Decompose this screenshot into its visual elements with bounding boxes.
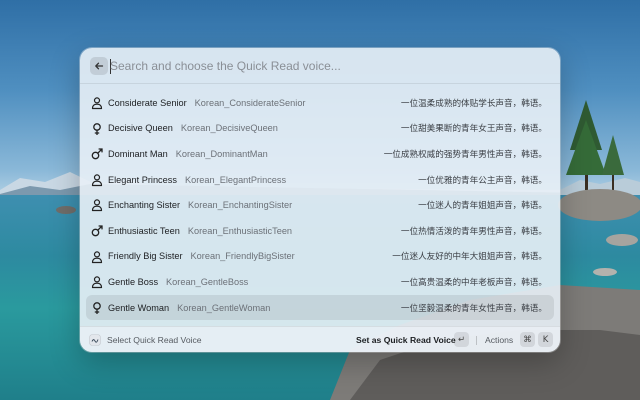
voice-item[interactable]: Decisive Queen Korean_DecisiveQueen 一位甜美果断… — [86, 116, 554, 142]
voice-list: Considerate Senior Korean_ConsiderateSeni… — [86, 90, 554, 321]
enter-key-hint: ↵ — [454, 332, 469, 347]
voice-title: Decisive Queen — [108, 123, 173, 134]
person-icon — [90, 275, 104, 289]
footer-hint: Select Quick Read Voice — [107, 335, 202, 345]
voice-item[interactable]: Enchanting Sister Korean_EnchantingSister… — [86, 192, 554, 218]
voice-title: Elegant Princess — [108, 174, 177, 185]
voice-item[interactable]: Gentle Boss Korean_GentleBoss 一位高贵温柔的中年老板声… — [86, 269, 554, 295]
voice-id: Korean_GentleBoss — [166, 276, 249, 287]
voice-item[interactable]: Friendly Big Sister Korean_FriendlyBigSis… — [86, 244, 554, 270]
footer-divider — [476, 336, 477, 345]
voice-id: Korean_FriendlyBigSister — [190, 251, 295, 262]
voice-title: Gentle Woman — [108, 302, 170, 313]
voice-name-group: Enchanting Sister Korean_EnchantingSister — [108, 200, 292, 210]
voice-item[interactable]: Elegant Princess Korean_ElegantPrincess 一位… — [86, 167, 554, 193]
male-icon — [90, 224, 104, 238]
voice-name-group: Gentle Woman Korean_GentleWoman — [108, 303, 270, 313]
voice-title: Friendly Big Sister — [108, 251, 183, 262]
voice-id: Korean_ConsiderateSenior — [194, 97, 306, 108]
voice-item[interactable]: Considerate Senior Korean_ConsiderateSeni… — [86, 90, 554, 116]
arrow-left-icon — [95, 62, 104, 70]
quick-read-voice-picker: Considerate Senior Korean_ConsiderateSeni… — [80, 48, 560, 352]
search-bar — [80, 48, 560, 84]
actions-button[interactable]: Actions — [485, 335, 513, 345]
voice-description: 一位成熟权威的强势青年男性声音，韩语。 — [383, 149, 547, 160]
k-key-hint: K — [538, 332, 553, 347]
voice-name-group: Enthusiastic Teen Korean_EnthusiasticTeen — [108, 226, 292, 236]
voice-name-group: Decisive Queen Korean_DecisiveQueen — [108, 123, 278, 133]
voice-id: Korean_DecisiveQueen — [180, 123, 278, 134]
voice-description: 一位优雅的青年公主声音，韩语。 — [418, 175, 547, 186]
search-input[interactable] — [110, 56, 540, 76]
voice-id: Korean_EnchantingSister — [188, 200, 293, 211]
voice-item[interactable]: Enthusiastic Teen Korean_EnthusiasticTeen… — [86, 218, 554, 244]
back-button[interactable] — [90, 57, 108, 75]
female-icon — [90, 122, 104, 136]
voice-title: Enthusiastic Teen — [108, 225, 180, 236]
voice-description: 一位迷人的青年姐姐声音，韩语。 — [418, 201, 547, 212]
voice-id: Korean_ElegantPrincess — [184, 174, 287, 185]
voice-description: 一位高贵温柔的中年老板声音，韩语。 — [400, 277, 547, 288]
voice-item[interactable]: Gentle Woman Korean_GentleWoman 一位坚毅温柔的青年女… — [86, 294, 554, 321]
voice-title: Dominant Man — [108, 148, 168, 159]
set-as-quick-read-voice-button[interactable]: Set as Quick Read Voice — [356, 335, 456, 345]
person-icon — [90, 198, 104, 212]
person-icon — [90, 96, 104, 110]
male-icon — [90, 147, 104, 161]
command-key-hint: ⌘ — [520, 332, 535, 347]
voice-id: Korean_EnthusiasticTeen — [187, 225, 293, 236]
voice-title: Gentle Boss — [108, 276, 159, 287]
voice-name-group: Dominant Man Korean_DominantMan — [108, 149, 268, 159]
voice-description: 一位热情活泼的青年男性声音，韩语。 — [400, 226, 547, 237]
voice-description: 一位温柔成熟的体贴学长声音，韩语。 — [400, 98, 547, 109]
voice-description: 一位迷人友好的中年大姐姐声音，韩语。 — [392, 252, 547, 263]
voice-name-group: Friendly Big Sister Korean_FriendlyBigSis… — [108, 251, 295, 261]
voice-item[interactable]: Dominant Man Korean_DominantMan 一位成熟权威的强势青… — [86, 141, 554, 167]
voice-description: 一位甜美果断的青年女王声音，韩语。 — [400, 124, 547, 135]
app-logo-icon — [89, 334, 101, 346]
voice-id: Korean_GentleWoman — [177, 302, 271, 313]
voice-description: 一位坚毅温柔的青年女性声音，韩语。 — [400, 303, 547, 314]
female-icon — [90, 301, 104, 315]
voice-title: Considerate Senior — [108, 97, 187, 108]
voice-title: Enchanting Sister — [108, 200, 181, 211]
action-bar: Select Quick Read Voice Set as Quick Rea… — [80, 326, 560, 352]
voice-name-group: Elegant Princess Korean_ElegantPrincess — [108, 175, 286, 185]
voice-name-group: Gentle Boss Korean_GentleBoss — [108, 277, 248, 287]
person-icon — [90, 250, 104, 264]
voice-name-group: Considerate Senior Korean_ConsiderateSeni… — [108, 98, 306, 108]
person-icon — [90, 173, 104, 187]
voice-id: Korean_DominantMan — [175, 148, 268, 159]
